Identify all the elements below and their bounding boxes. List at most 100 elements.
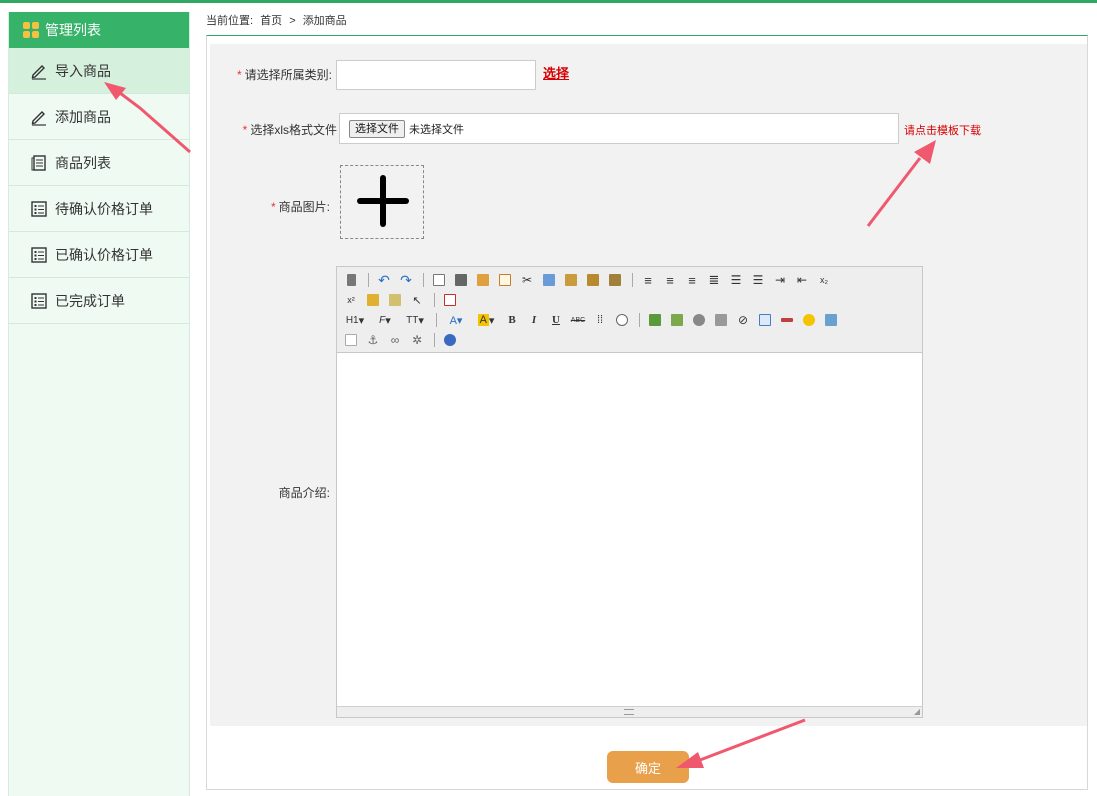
list-icon: [29, 245, 49, 265]
cut-icon[interactable]: ✂: [517, 271, 537, 289]
align-right-icon[interactable]: ≡: [682, 271, 702, 289]
editor-toolbar: ↶ ↷ ✂ ≡ ≡ ≡ ≣ ☰ ☰ ⇥ ⇤ x₂ x² ↖ H1 ▾ F ▾ T…: [337, 267, 922, 353]
copy-icon[interactable]: [539, 271, 559, 289]
paste-word-icon[interactable]: [605, 271, 625, 289]
paste-icon[interactable]: [561, 271, 581, 289]
sidebar: 管理列表 导入商品 添加商品 商品列表 待确认价格订单 已确认价格订单 已完成订…: [8, 12, 190, 796]
form-area: * 请选择所属类别: 选择 * 选择xls格式文件 选择文件 未选择文件 请点击模板…: [210, 44, 1087, 726]
bold-button[interactable]: B: [502, 311, 522, 329]
subscript-icon[interactable]: x₂: [814, 271, 834, 289]
help-icon[interactable]: [440, 331, 460, 349]
sidebar-item-confirmed-orders[interactable]: 已确认价格订单: [9, 232, 189, 278]
sidebar-item-pending-orders[interactable]: 待确认价格订单: [9, 186, 189, 232]
top-accent-line: [0, 0, 1097, 3]
choose-category-link[interactable]: 选择: [543, 63, 569, 82]
superscript-icon[interactable]: x²: [341, 291, 361, 309]
heading-text: H1: [345, 314, 359, 326]
size-text: TT: [406, 314, 419, 326]
file-label-text: 选择xls格式文件: [250, 123, 337, 137]
image-label: * 商品图片:: [250, 198, 330, 215]
underline-text: U: [552, 314, 560, 326]
redo-icon[interactable]: ↷: [396, 271, 416, 289]
sidebar-item-label: 添加商品: [55, 108, 111, 125]
strikethrough-button[interactable]: ABC: [568, 311, 588, 329]
editor-content-area[interactable]: [337, 353, 922, 705]
template-icon[interactable]: [473, 271, 493, 289]
pencil-icon: [29, 61, 49, 81]
media-icon[interactable]: [711, 311, 731, 329]
pencil-icon: [29, 107, 49, 127]
fullscreen-icon[interactable]: [440, 291, 460, 309]
font-size-dropdown[interactable]: TT ▾: [401, 311, 429, 329]
flash-icon[interactable]: [689, 311, 709, 329]
font-family-dropdown[interactable]: F ▾: [371, 311, 399, 329]
image-upload-box[interactable]: [340, 165, 424, 239]
select-all-icon[interactable]: [385, 291, 405, 309]
source-icon[interactable]: [341, 271, 361, 289]
category-label: * 请选择所属类别:: [230, 66, 332, 83]
align-left-icon[interactable]: ≡: [638, 271, 658, 289]
cursor-icon[interactable]: ↖: [407, 291, 427, 309]
attachment-icon[interactable]: ⊘: [733, 311, 753, 329]
image-icon[interactable]: [645, 311, 665, 329]
strike-text: ABC: [570, 316, 586, 324]
font-text: F: [379, 314, 386, 326]
multi-image-icon[interactable]: [667, 311, 687, 329]
image-label-text: 商品图片:: [278, 200, 330, 214]
code-icon[interactable]: [495, 271, 515, 289]
toolbar-separator: [434, 293, 435, 307]
main-panel: * 请选择所属类别: 选择 * 选择xls格式文件 选择文件 未选择文件 请点击模板…: [206, 35, 1088, 790]
required-mark: *: [236, 68, 242, 82]
clear-format-icon[interactable]: [363, 291, 383, 309]
underline-button[interactable]: U: [546, 311, 566, 329]
ordered-list-icon[interactable]: ☰: [726, 271, 746, 289]
line-height-icon[interactable]: ⁞⁞: [590, 311, 610, 329]
unordered-list-icon[interactable]: ☰: [748, 271, 768, 289]
sidebar-item-completed-orders[interactable]: 已完成订单: [9, 278, 189, 324]
choose-file-button[interactable]: 选择文件: [349, 119, 405, 138]
align-center-icon[interactable]: ≡: [660, 271, 680, 289]
breadcrumb: 当前位置: 首页 > 添加商品: [206, 12, 351, 28]
breadcrumb-home[interactable]: 首页: [260, 15, 282, 27]
eraser-icon[interactable]: [612, 311, 632, 329]
paste-text-icon[interactable]: [583, 271, 603, 289]
toolbar-separator: [436, 313, 437, 327]
link-icon[interactable]: ∞: [385, 331, 405, 349]
print-icon[interactable]: [451, 271, 471, 289]
highlight-color-dropdown[interactable]: A ▾: [472, 311, 500, 329]
bold-text: B: [508, 314, 516, 326]
unlink-icon[interactable]: ✲: [407, 331, 427, 349]
category-input[interactable]: [336, 60, 536, 90]
picture-icon[interactable]: [821, 311, 841, 329]
sidebar-item-label: 待确认价格订单: [55, 200, 153, 217]
editor-resize-bar[interactable]: ◢: [337, 706, 922, 717]
italic-button[interactable]: I: [524, 311, 544, 329]
sidebar-item-import-goods[interactable]: 导入商品: [9, 48, 189, 94]
emoticon-icon[interactable]: [799, 311, 819, 329]
horizontal-rule-icon[interactable]: [777, 311, 797, 329]
submit-button[interactable]: 确定: [607, 751, 689, 783]
sidebar-item-label: 商品列表: [55, 154, 111, 171]
sidebar-item-label: 已完成订单: [55, 292, 125, 309]
toolbar-separator: [639, 313, 640, 327]
resize-handle-icon: [624, 709, 634, 715]
font-color-dropdown[interactable]: A▾: [442, 311, 470, 329]
template-download-link[interactable]: 请点击模板下载: [904, 122, 981, 138]
page-break-icon[interactable]: [341, 331, 361, 349]
file-input[interactable]: 选择文件 未选择文件: [339, 113, 899, 144]
category-label-text: 请选择所属类别:: [244, 68, 332, 82]
outdent-icon[interactable]: ⇤: [792, 271, 812, 289]
table-icon[interactable]: [755, 311, 775, 329]
list-icon: [29, 199, 49, 219]
justify-icon[interactable]: ≣: [704, 271, 724, 289]
toolbar-separator: [434, 333, 435, 347]
sidebar-item-add-goods[interactable]: 添加商品: [9, 94, 189, 140]
heading-dropdown[interactable]: H1 ▾: [341, 311, 369, 329]
indent-icon[interactable]: ⇥: [770, 271, 790, 289]
breadcrumb-prefix: 当前位置:: [206, 15, 254, 27]
sidebar-item-goods-list[interactable]: 商品列表: [9, 140, 189, 186]
sidebar-item-label: 导入商品: [55, 62, 111, 79]
anchor-icon[interactable]: ⚓: [363, 331, 383, 349]
preview-icon[interactable]: [429, 271, 449, 289]
undo-icon[interactable]: ↶: [374, 271, 394, 289]
